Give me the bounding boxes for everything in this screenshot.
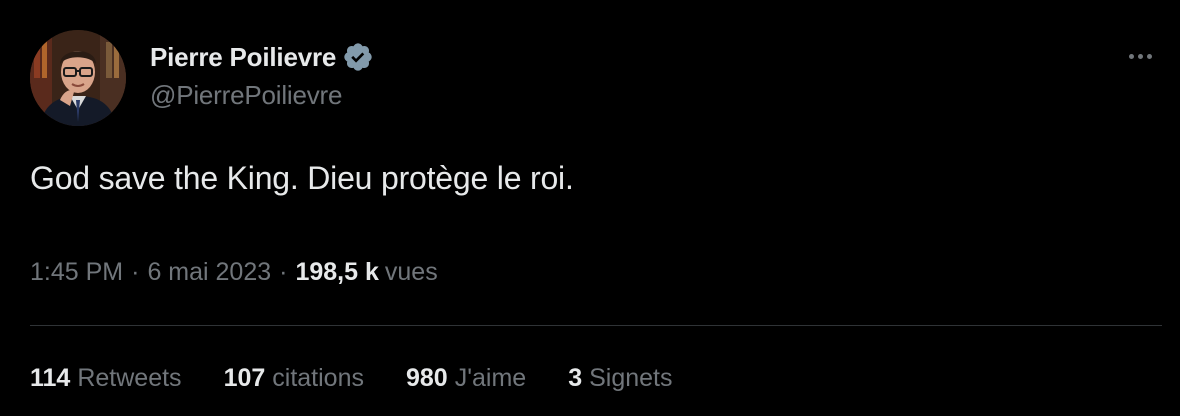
views-label: vues: [384, 258, 438, 286]
more-dot: [1146, 53, 1152, 59]
profile-photo: [30, 30, 126, 126]
stat-retweets[interactable]: 114 Retweets: [30, 364, 182, 393]
stat-label: J'aime: [454, 364, 527, 392]
tweet-date[interactable]: 6 mai 2023: [147, 258, 271, 287]
verified-badge-icon[interactable]: [342, 41, 374, 73]
avatar[interactable]: [30, 30, 126, 126]
display-name[interactable]: Pierre Poilievre: [150, 42, 336, 73]
tweet-meta: 1:45 PM · 6 mai 2023 · 198,5 k vues: [30, 258, 438, 287]
tweet-card: Pierre Poilievre @PierrePoilievre God sa…: [0, 0, 1180, 416]
name-row: Pierre Poilievre: [150, 40, 374, 74]
stat-label: citations: [272, 364, 364, 392]
stat-label: Signets: [589, 364, 673, 392]
tweet-time[interactable]: 1:45 PM: [30, 258, 123, 287]
stat-quotes[interactable]: 107 citations: [224, 364, 364, 393]
tweet-text: God save the King. Dieu protège le roi.: [30, 160, 574, 196]
stat-likes[interactable]: 980 J'aime: [406, 364, 526, 393]
stat-count: 980: [406, 364, 448, 392]
views-count[interactable]: 198,5 k: [295, 258, 378, 287]
engagement-stats: 114 Retweets 107 citations 980 J'aime 3 …: [30, 364, 714, 393]
meta-separator: ·: [131, 258, 140, 286]
divider: [30, 325, 1162, 326]
more-dot: [1137, 53, 1143, 59]
meta-separator: ·: [279, 258, 288, 286]
stat-count: 114: [30, 364, 71, 392]
stat-bookmarks[interactable]: 3 Signets: [568, 364, 672, 393]
more-dot: [1128, 53, 1134, 59]
stat-count: 107: [223, 364, 266, 392]
user-handle[interactable]: @PierrePoilievre: [150, 80, 374, 111]
stat-count: 3: [568, 364, 583, 392]
more-options-icon[interactable]: [1122, 42, 1158, 70]
stat-label: Retweets: [77, 364, 182, 392]
author-block: Pierre Poilievre @PierrePoilievre: [150, 40, 374, 111]
